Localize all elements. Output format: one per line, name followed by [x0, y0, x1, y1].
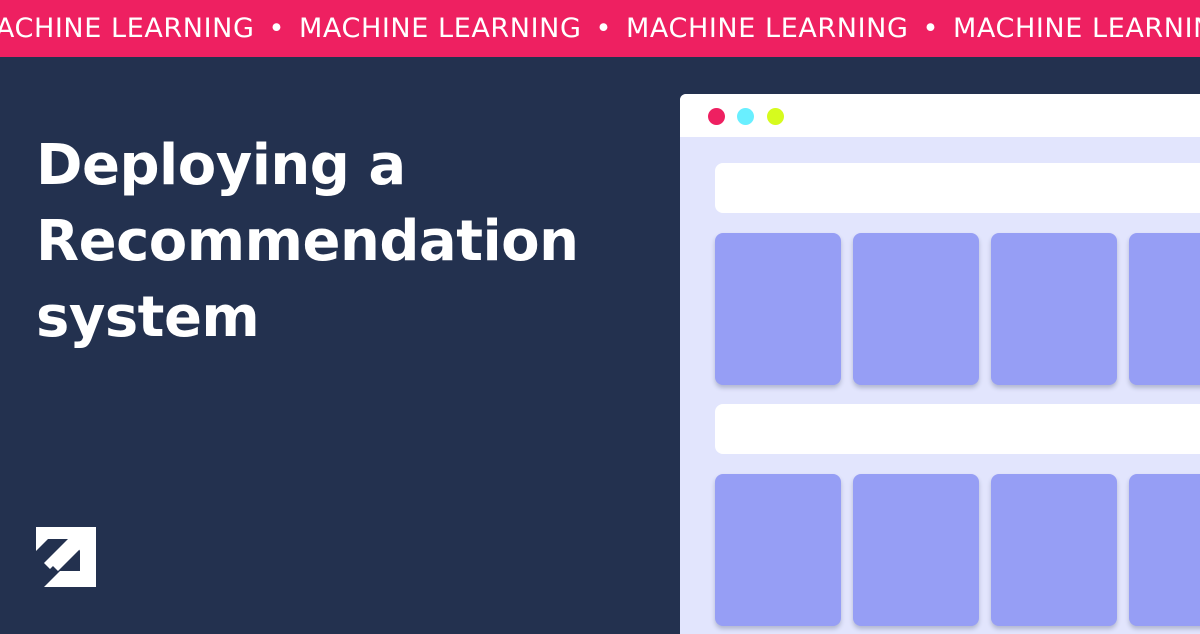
window-dot-red	[708, 108, 725, 125]
banner-text: MACHINE LEARNING	[0, 13, 255, 44]
title-line-3: system	[36, 285, 260, 350]
page-title: Deploying a Recommendation system	[36, 128, 656, 356]
placeholder-card	[715, 233, 841, 385]
placeholder-bar	[715, 163, 1200, 213]
placeholder-card	[991, 474, 1117, 626]
banner-text: MACHINE LEARNING	[299, 13, 582, 44]
browser-window-illustration	[680, 94, 1200, 634]
placeholder-card	[715, 474, 841, 626]
banner-separator: •	[922, 13, 939, 44]
window-dot-cyan	[737, 108, 754, 125]
placeholder-card	[1129, 233, 1200, 385]
category-banner: MACHINE LEARNING • MACHINE LEARNING • MACHIN…	[0, 0, 1200, 57]
window-dot-lime	[767, 108, 784, 125]
placeholder-card	[1129, 474, 1200, 626]
banner-separator: •	[268, 13, 285, 44]
browser-titlebar	[680, 94, 1200, 137]
banner-text: MACHINE LEARNING	[626, 13, 909, 44]
banner-text: MACHINE LEARNING	[953, 13, 1200, 44]
banner-separator: •	[595, 13, 612, 44]
placeholder-card	[853, 474, 979, 626]
logo-graphic	[36, 527, 96, 587]
title-line-2: Recommendation	[36, 209, 579, 274]
placeholder-card	[991, 233, 1117, 385]
arrow-up-right-icon	[36, 527, 96, 587]
placeholder-bar	[715, 404, 1200, 454]
title-line-1: Deploying a	[36, 133, 406, 198]
placeholder-card	[853, 233, 979, 385]
banner-track: MACHINE LEARNING • MACHINE LEARNING • MACHIN…	[0, 0, 1200, 57]
